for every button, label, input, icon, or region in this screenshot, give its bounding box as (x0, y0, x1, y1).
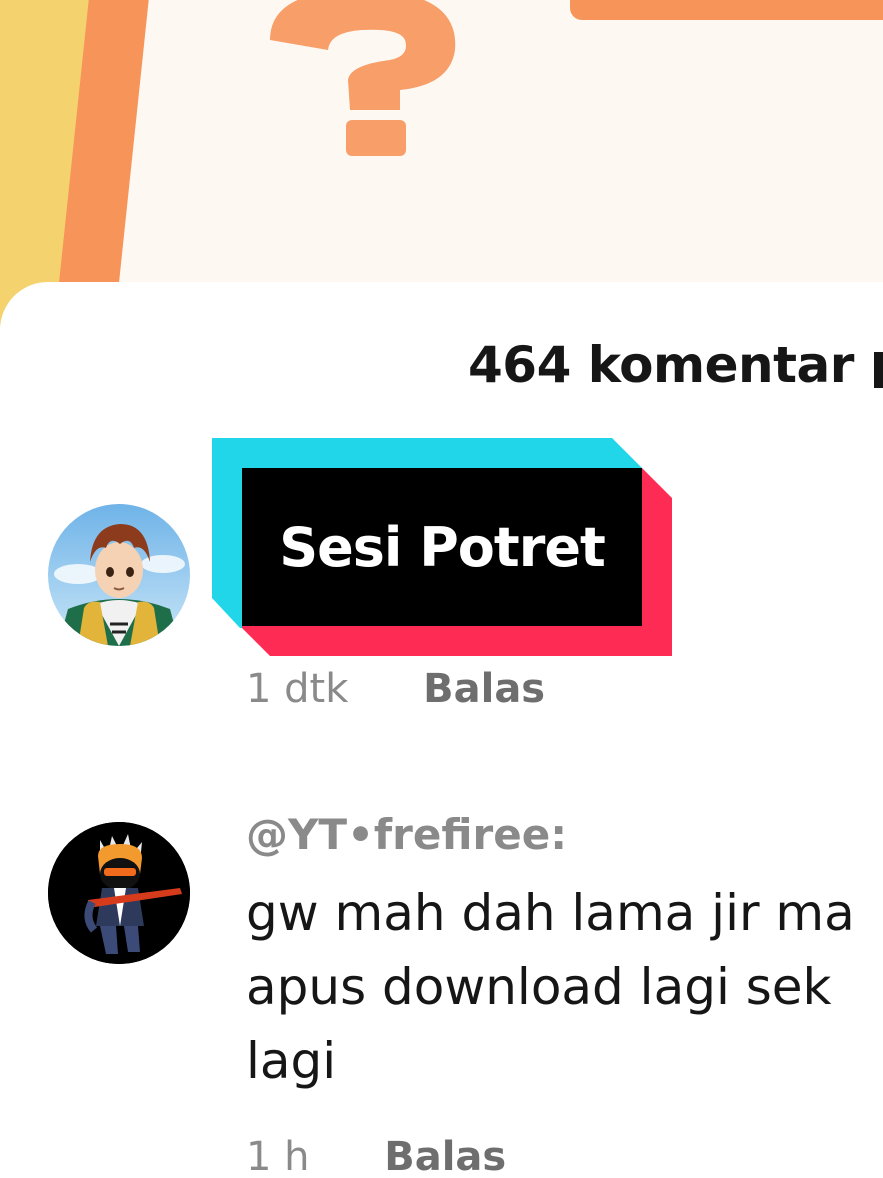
overlay-title: Sesi Potret (279, 515, 606, 579)
comment-meta: 1 h Balas (246, 1134, 506, 1178)
anime-avatar-icon (48, 504, 190, 646)
comment-count-title: 464 komentar (468, 336, 854, 394)
title-overlay: Sesi Potret (212, 438, 672, 658)
comment-text-line: apus download lagi sek (246, 958, 832, 1016)
comments-sheet (0, 282, 883, 1178)
comment-text-line: lagi (246, 1032, 337, 1090)
comment-time: 1 dtk (246, 666, 349, 712)
reply-button[interactable]: Balas (423, 666, 545, 712)
comment-meta: 1 dtk Balas (246, 666, 545, 712)
comment-text-line: gw mah dah lama jir ma (246, 884, 855, 942)
avatar[interactable] (48, 822, 190, 964)
overlay-title-box: Sesi Potret (242, 468, 642, 626)
reply-button[interactable]: Balas (384, 1134, 506, 1178)
question-mark-icon (270, 0, 456, 156)
screen: 464 komentar Sesi Potret 1 dtk Balas @YT… (0, 0, 883, 1178)
thumbnail-orange-bar (570, 0, 883, 20)
avatar[interactable] (48, 504, 190, 646)
comment-time: 1 h (246, 1134, 310, 1178)
gamer-avatar-icon (48, 822, 190, 964)
comment-count-overflow (874, 352, 883, 388)
comment-username[interactable]: @YT•frefiree: (246, 810, 567, 859)
